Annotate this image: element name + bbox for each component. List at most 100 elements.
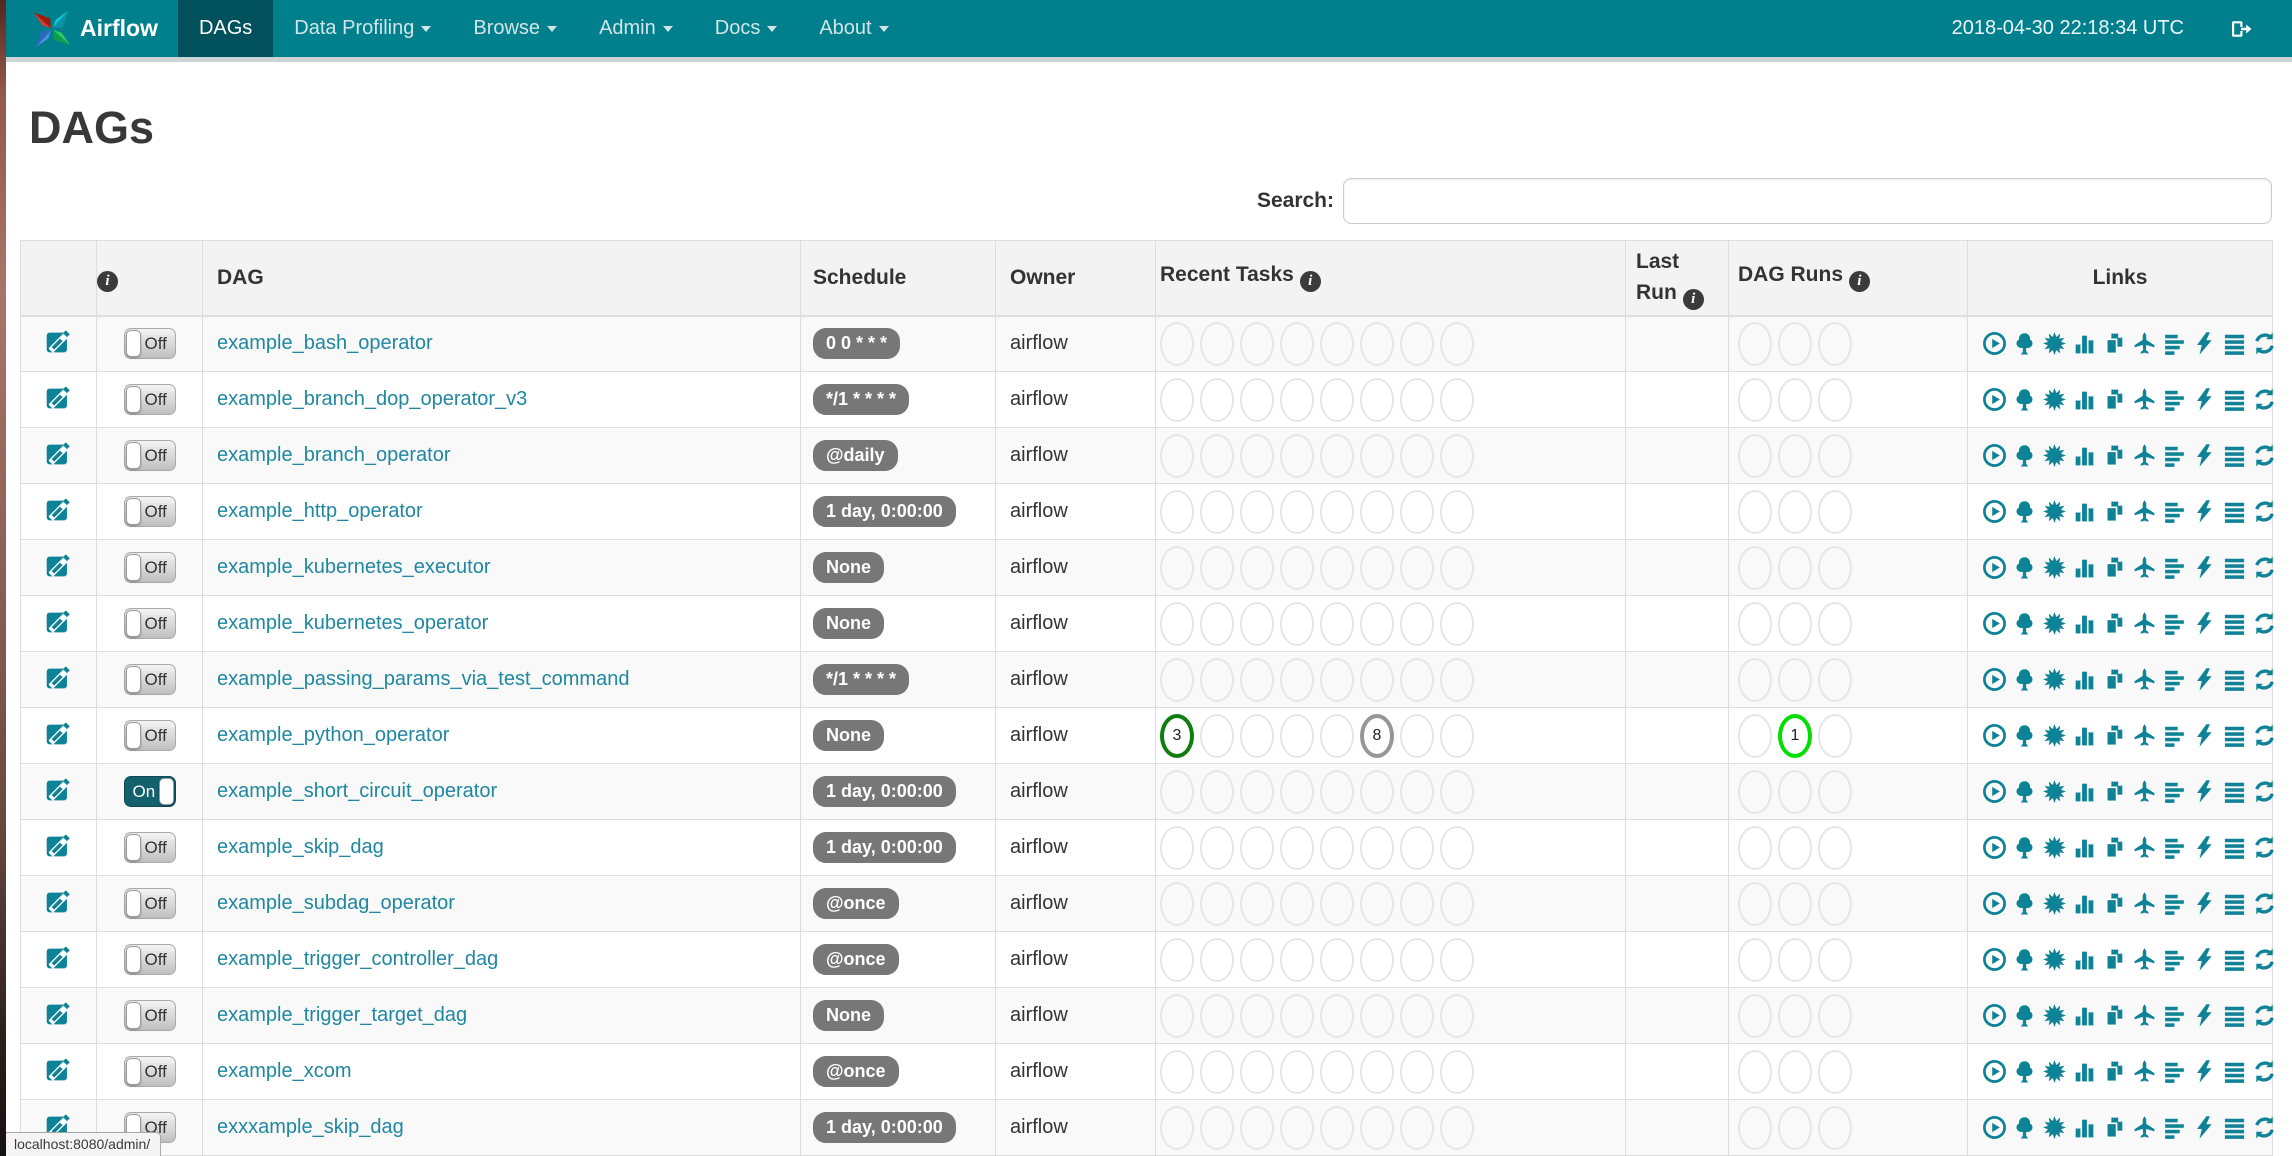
landing-times-icon[interactable] [2132,387,2157,412]
refresh-icon[interactable] [2252,499,2277,524]
gantt-icon[interactable] [2162,1115,2187,1140]
sign-out-icon[interactable] [2228,17,2252,41]
task-tries-icon[interactable] [2102,611,2127,636]
task-tries-icon[interactable] [2102,723,2127,748]
graph-view-icon[interactable] [2042,387,2067,412]
tree-view-icon[interactable] [2012,1115,2037,1140]
task-duration-icon[interactable] [2072,779,2097,804]
schedule-badge[interactable]: None [813,1000,884,1031]
code-icon[interactable] [2192,555,2217,580]
schedule-badge[interactable]: @once [813,1056,899,1087]
gantt-icon[interactable] [2162,835,2187,860]
code-icon[interactable] [2192,387,2217,412]
task-duration-icon[interactable] [2072,1003,2097,1028]
landing-times-icon[interactable] [2132,667,2157,692]
dag-name-link[interactable]: example_branch_dop_operator_v3 [217,388,527,410]
landing-times-icon[interactable] [2132,443,2157,468]
tree-view-icon[interactable] [2012,387,2037,412]
landing-times-icon[interactable] [2132,779,2157,804]
graph-view-icon[interactable] [2042,443,2067,468]
logs-icon[interactable] [2222,611,2247,636]
trigger-dag-icon[interactable] [1982,555,2007,580]
schedule-badge[interactable]: @once [813,944,899,975]
refresh-icon[interactable] [2252,779,2277,804]
dag-pause-toggle[interactable]: Off [123,1056,176,1087]
dag-name-link[interactable]: example_trigger_target_dag [217,1004,467,1026]
dag-run-circle[interactable]: 1 [1778,713,1812,758]
logs-icon[interactable] [2222,331,2247,356]
trigger-dag-icon[interactable] [1982,723,2007,748]
logs-icon[interactable] [2222,1115,2247,1140]
navbar-brand[interactable]: Airflow [6,0,158,57]
schedule-badge[interactable]: 1 day, 0:00:00 [813,1112,956,1143]
dag-name-link[interactable]: example_kubernetes_operator [217,612,488,634]
code-icon[interactable] [2192,667,2217,692]
graph-view-icon[interactable] [2042,947,2067,972]
landing-times-icon[interactable] [2132,891,2157,916]
edit-dag-icon[interactable] [45,999,72,1026]
refresh-icon[interactable] [2252,947,2277,972]
schedule-badge[interactable]: 1 day, 0:00:00 [813,776,956,807]
refresh-icon[interactable] [2252,723,2277,748]
code-icon[interactable] [2192,611,2217,636]
dag-pause-toggle[interactable]: Off [123,496,176,527]
refresh-icon[interactable] [2252,1003,2277,1028]
logs-icon[interactable] [2222,835,2247,860]
graph-view-icon[interactable] [2042,891,2067,916]
dag-pause-toggle[interactable]: Off [123,664,176,695]
gantt-icon[interactable] [2162,723,2187,748]
graph-view-icon[interactable] [2042,1059,2067,1084]
task-tries-icon[interactable] [2102,555,2127,580]
gantt-icon[interactable] [2162,1003,2187,1028]
tree-view-icon[interactable] [2012,835,2037,860]
logs-icon[interactable] [2222,891,2247,916]
gantt-icon[interactable] [2162,611,2187,636]
code-icon[interactable] [2192,499,2217,524]
task-duration-icon[interactable] [2072,611,2097,636]
tree-view-icon[interactable] [2012,947,2037,972]
trigger-dag-icon[interactable] [1982,611,2007,636]
schedule-badge[interactable]: */1 * * * * [813,384,910,415]
logs-icon[interactable] [2222,555,2247,580]
tree-view-icon[interactable] [2012,1003,2037,1028]
dag-name-link[interactable]: example_http_operator [217,500,423,522]
task-tries-icon[interactable] [2102,667,2127,692]
gantt-icon[interactable] [2162,443,2187,468]
task-duration-icon[interactable] [2072,1059,2097,1084]
code-icon[interactable] [2192,723,2217,748]
nav-item-admin[interactable]: Admin [578,0,694,57]
landing-times-icon[interactable] [2132,1059,2157,1084]
graph-view-icon[interactable] [2042,499,2067,524]
trigger-dag-icon[interactable] [1982,443,2007,468]
schedule-badge[interactable]: None [813,608,884,639]
trigger-dag-icon[interactable] [1982,779,2007,804]
tree-view-icon[interactable] [2012,499,2037,524]
code-icon[interactable] [2192,331,2217,356]
landing-times-icon[interactable] [2132,947,2157,972]
dag-pause-toggle[interactable]: Off [123,888,176,919]
dag-pause-toggle[interactable]: Off [123,832,176,863]
task-tries-icon[interactable] [2102,443,2127,468]
trigger-dag-icon[interactable] [1982,1003,2007,1028]
dag-pause-toggle[interactable]: On [123,776,176,807]
task-tries-icon[interactable] [2102,1003,2127,1028]
trigger-dag-icon[interactable] [1982,835,2007,860]
gantt-icon[interactable] [2162,331,2187,356]
dag-name-link[interactable]: example_short_circuit_operator [217,780,497,802]
refresh-icon[interactable] [2252,1059,2277,1084]
tree-view-icon[interactable] [2012,667,2037,692]
tree-view-icon[interactable] [2012,1059,2037,1084]
graph-view-icon[interactable] [2042,555,2067,580]
schedule-badge[interactable]: 0 0 * * * [813,328,901,360]
tree-view-icon[interactable] [2012,611,2037,636]
dag-pause-toggle[interactable]: Off [123,328,176,360]
tree-view-icon[interactable] [2012,555,2037,580]
refresh-icon[interactable] [2252,331,2277,356]
gantt-icon[interactable] [2162,1059,2187,1084]
landing-times-icon[interactable] [2132,331,2157,356]
code-icon[interactable] [2192,1059,2217,1084]
trigger-dag-icon[interactable] [1982,387,2007,412]
dag-name-link[interactable]: example_skip_dag [217,836,384,858]
gantt-icon[interactable] [2162,499,2187,524]
schedule-badge[interactable]: @daily [813,440,898,471]
